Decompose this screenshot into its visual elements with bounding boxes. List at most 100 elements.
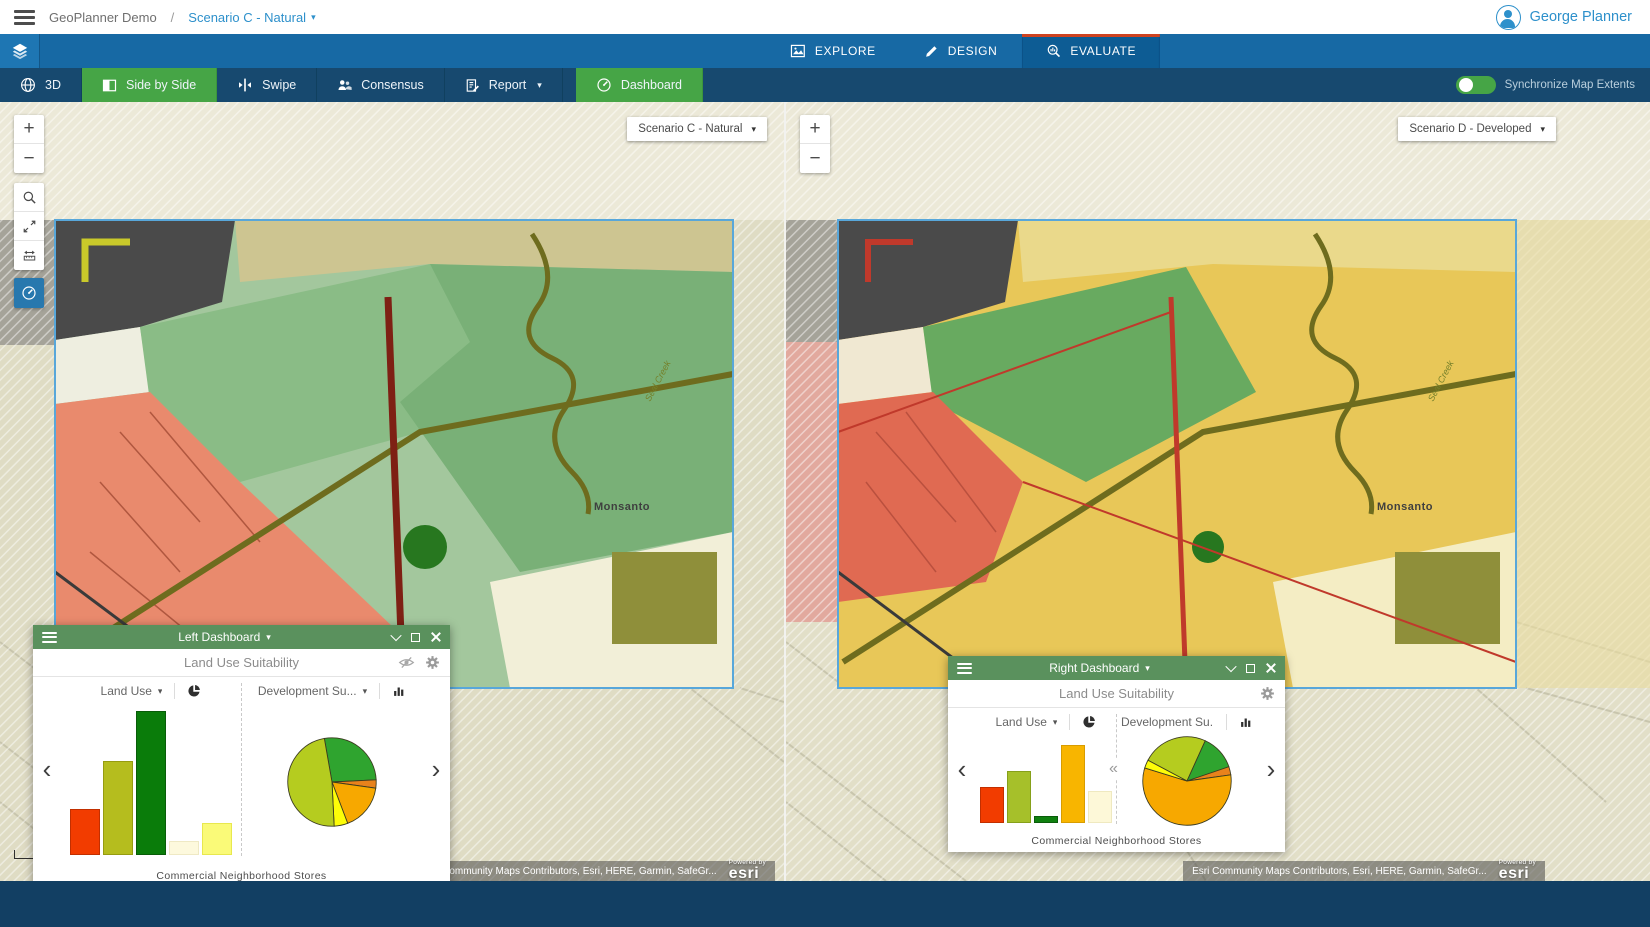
close-icon[interactable]: [431, 632, 441, 642]
carousel-next-button[interactable]: ›: [422, 677, 450, 862]
pie-slice: [324, 737, 376, 781]
widget-title-row: Land Use Suitability: [948, 680, 1285, 708]
sync-extents-control: Synchronize Map Extents: [1456, 68, 1650, 102]
left-dashboard-title-dropdown[interactable]: Left Dashboard ▾: [65, 630, 384, 644]
land-use-selector[interactable]: Land Use ▾: [101, 684, 163, 698]
development-suitability-pie-chart: [246, 703, 418, 860]
esri-logo: Powered by esri: [729, 860, 766, 881]
bar-segment: [70, 809, 100, 855]
zoom-control: + −: [14, 115, 44, 173]
collapse-icon[interactable]: [390, 630, 401, 641]
3d-button[interactable]: 3D: [0, 68, 82, 102]
primary-nav-bar: EXPLORE DESIGN EVALUATE: [0, 34, 1650, 68]
zoom-in-button[interactable]: +: [800, 115, 830, 144]
collapse-icon[interactable]: [1225, 661, 1236, 672]
top-bar: GeoPlanner Demo / Scenario C - Natural ▾…: [0, 0, 1650, 34]
gauge-icon: [21, 285, 37, 301]
chart-footer-label: Commercial Neighborhood Stores: [948, 830, 1285, 852]
panel-menu-icon[interactable]: [957, 663, 972, 674]
right-dashboard-panel: Right Dashboard ▾ Land Use Suitability: [948, 656, 1285, 852]
dashboard-button[interactable]: Dashboard: [576, 68, 703, 102]
gauge-icon: [596, 77, 612, 93]
layers-icon: [11, 42, 29, 60]
map-area: Monsanto Seal Creek + −: [0, 102, 1650, 881]
right-scenario-selector[interactable]: Scenario D - Developed ▾: [1398, 117, 1556, 141]
app-title: GeoPlanner Demo: [49, 10, 157, 25]
breadcrumb-separator: /: [171, 10, 175, 25]
carousel-prev-button[interactable]: ‹: [33, 677, 61, 862]
map-dashboard-button[interactable]: [14, 278, 44, 308]
report-icon: [465, 78, 480, 93]
expand-arrows-icon: [22, 219, 37, 234]
left-scenario-selector[interactable]: Scenario C - Natural ▾: [627, 117, 767, 141]
carousel-prev-button[interactable]: ‹: [948, 708, 976, 830]
user-menu[interactable]: George Planner: [1496, 5, 1636, 30]
left-dashboard-panel: Left Dashboard ▾ Land Use Suitability: [33, 625, 450, 881]
user-avatar-icon: [1496, 5, 1521, 30]
right-dashboard-title-dropdown[interactable]: Right Dashboard ▾: [980, 661, 1219, 675]
full-extent-button[interactable]: [14, 212, 44, 241]
consensus-button[interactable]: Consensus: [317, 68, 445, 102]
toolbar-gap: [563, 68, 576, 102]
layers-button[interactable]: [0, 34, 40, 68]
tab-design[interactable]: DESIGN: [900, 34, 1022, 68]
pie-chart-type-icon[interactable]: [1082, 715, 1096, 729]
geoplanner-app: GeoPlanner Demo / Scenario C - Natural ▾…: [0, 0, 1650, 927]
development-suitability-selector[interactable]: Development Su... ▾: [258, 684, 367, 698]
maximize-icon[interactable]: [411, 633, 420, 642]
panel-menu-icon[interactable]: [42, 632, 57, 643]
bar-chart-type-icon[interactable]: [392, 684, 406, 698]
development-suitability-chart-cell: Development Su...: [1117, 708, 1257, 830]
bar-segment: [1034, 816, 1058, 823]
measure-icon: [22, 248, 37, 263]
main-menu-icon[interactable]: [14, 10, 35, 25]
tab-evaluate[interactable]: EVALUATE: [1021, 34, 1160, 68]
swipe-button[interactable]: Swipe: [217, 68, 317, 102]
caret-down-icon: ▾: [363, 687, 368, 696]
land-use-bar-chart: [65, 703, 237, 860]
carousel-next-button[interactable]: ›: [1257, 708, 1285, 830]
pie-chart-type-icon[interactable]: [187, 684, 201, 698]
left-map-attribution: Esri Community Maps Contributors, Esri, …: [413, 861, 775, 881]
magnifier-icon: [22, 190, 37, 205]
evaluate-toolbar: 3D Side by Side Swipe Consensus Report: [0, 68, 1650, 102]
esri-logo: Powered by esri: [1499, 860, 1536, 881]
swipe-icon: [237, 77, 253, 93]
close-icon[interactable]: [1266, 663, 1276, 673]
caret-down-icon: ▾: [1145, 664, 1150, 673]
caret-down-icon: ▾: [1540, 125, 1545, 134]
caret-down-icon: ▾: [158, 687, 163, 696]
breadcrumb-scenario-dropdown[interactable]: Scenario C - Natural ▾: [188, 10, 315, 25]
bar-segment: [136, 711, 166, 855]
zoom-out-button[interactable]: −: [800, 144, 830, 173]
bar-chart-type-icon[interactable]: [1239, 715, 1253, 729]
land-use-bar-chart: [980, 734, 1112, 828]
bar-segment: [169, 841, 199, 855]
zoom-out-button[interactable]: −: [14, 144, 44, 173]
sync-extents-toggle[interactable]: [1456, 76, 1496, 94]
caret-down-icon: ▾: [537, 81, 542, 90]
right-map-pane: Monsanto Seal Creek + − Scenario D - Dev…: [786, 102, 1650, 881]
chart-divider: «: [1116, 714, 1117, 824]
collapse-chart-icon[interactable]: «: [1108, 758, 1119, 780]
chart-divider: [241, 683, 242, 856]
zoom-select-button[interactable]: [14, 183, 44, 212]
maximize-icon[interactable]: [1246, 664, 1255, 673]
land-use-selector[interactable]: Land Use ▾: [996, 715, 1058, 729]
globe-icon: [20, 77, 36, 93]
visibility-off-icon[interactable]: [398, 654, 415, 671]
sync-extents-label: Synchronize Map Extents: [1505, 79, 1635, 91]
zoom-in-button[interactable]: +: [14, 115, 44, 144]
map-tool-stack: [14, 183, 44, 270]
development-suitability-selector[interactable]: Development Su...: [1121, 715, 1214, 729]
user-name: George Planner: [1530, 9, 1632, 25]
report-button[interactable]: Report ▾: [445, 68, 563, 102]
measure-button[interactable]: [14, 241, 44, 270]
side-by-side-button[interactable]: Side by Side: [82, 68, 217, 102]
bar-segment: [1088, 791, 1112, 823]
left-dashboard-header: Left Dashboard ▾: [33, 625, 450, 649]
gear-icon[interactable]: [1260, 686, 1275, 701]
gear-icon[interactable]: [425, 655, 440, 670]
widget-title-row: Land Use Suitability: [33, 649, 450, 677]
tab-explore[interactable]: EXPLORE: [766, 34, 900, 68]
